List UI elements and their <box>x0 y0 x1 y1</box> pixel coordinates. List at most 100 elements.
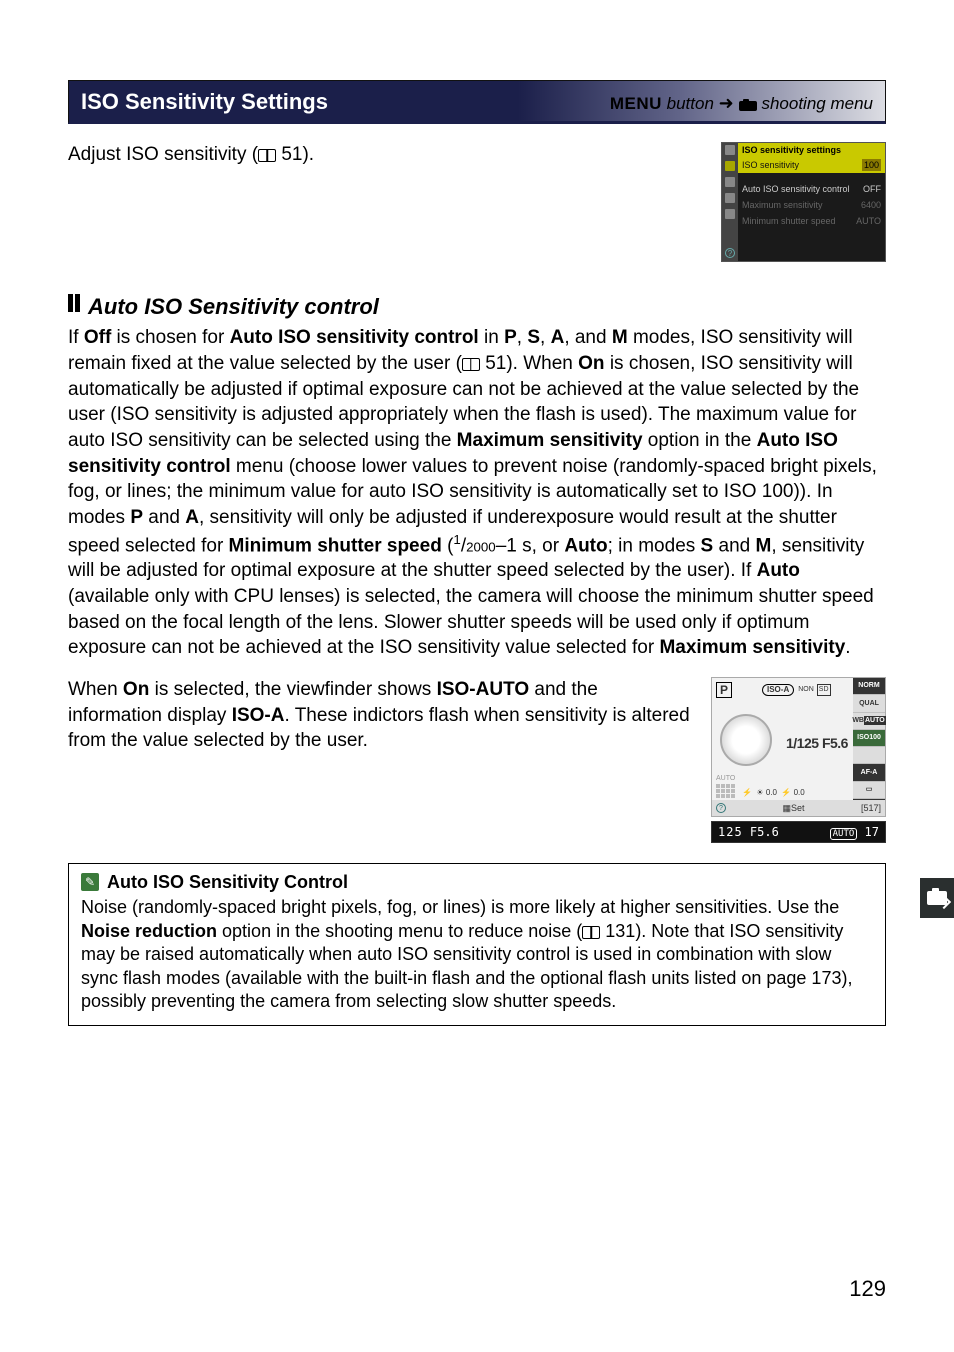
intro-ref: 51). <box>276 144 314 165</box>
menu-row-max: Maximum sensitivity 6400 <box>738 197 885 213</box>
blank-indicator <box>853 747 885 764</box>
menu-row-label: Auto ISO sensitivity control <box>742 183 850 195</box>
menu-screenshot: ISO sensitivity settings ISO sensitivity… <box>721 142 886 262</box>
auto-label: Auto <box>564 535 607 556</box>
set-text: Set <box>791 803 805 813</box>
page-number: 129 <box>849 1274 886 1304</box>
bottom-status-row: ? ▦Set [517] <box>712 800 885 816</box>
noise-reduction-label: Noise reduction <box>81 921 217 941</box>
main-paragraph: If Off is chosen for Auto ISO sensitivit… <box>68 325 886 661</box>
af-points-icon <box>716 784 735 798</box>
menu-row-label: ISO sensitivity <box>742 159 799 171</box>
shutter-aperture: 1/125 F5.6 <box>786 734 848 753</box>
intro-before: Adjust ISO sensitivity ( <box>68 144 258 165</box>
menu-row-min: Minimum shutter speed AUTO <box>738 213 885 229</box>
info-display-main: P ISO-A NON SD 1/125 F5.6 AUTO ⚡ ☀ 0.0 ⚡… <box>711 677 886 817</box>
t: When <box>68 679 123 700</box>
menu-row-label: Minimum shutter speed <box>742 215 836 227</box>
afa-indicator: AF-A <box>853 764 885 781</box>
t: If <box>68 327 84 348</box>
iso-a-indicator: ISO-A <box>232 705 285 726</box>
arrow-icon: ➜ <box>719 93 739 113</box>
frame-count: [517] <box>861 802 881 814</box>
menu-suffix: shooting menu <box>761 94 873 113</box>
fraction-denominator: 2000 <box>466 539 496 554</box>
ev-value: 0.0 <box>766 788 777 797</box>
page-ref-icon <box>462 358 480 371</box>
section-header: ISO Sensitivity Settings MENU button ➜ s… <box>68 80 886 124</box>
iso-label: ISO <box>857 733 869 742</box>
mode-a: A <box>185 507 199 528</box>
mode-indicator: P <box>716 682 732 698</box>
min-shutter-label: Minimum shutter speed <box>229 535 442 556</box>
header-menu-path: MENU button ➜ shooting menu <box>610 91 873 116</box>
page-ref-icon <box>582 926 600 939</box>
subsection-header: Auto ISO Sensitivity control <box>68 292 886 322</box>
menu-row-label: Maximum sensitivity <box>742 199 823 211</box>
on-label: On <box>123 679 149 700</box>
shutter-value: 1/125 <box>786 735 819 751</box>
set-label: ▦Set <box>782 802 804 814</box>
max-sensitivity-label: Maximum sensitivity <box>659 637 845 658</box>
camera-icon <box>927 891 947 905</box>
menu-row-value: 100 <box>862 159 881 171</box>
mode-p: P <box>504 327 517 348</box>
section-tab-icon <box>920 878 954 918</box>
mode-m: M <box>612 327 628 348</box>
t: is selected, the viewfinder shows <box>149 679 436 700</box>
vf-count: 17 <box>865 825 879 839</box>
iso-a-pill: ISO-A <box>762 684 794 697</box>
note-box: ✎ Auto ISO Sensitivity Control Noise (ra… <box>68 863 886 1026</box>
help-icon: ? <box>716 803 726 813</box>
vf-auto-icon: AUTO <box>830 828 858 840</box>
t: ; in modes <box>608 535 701 556</box>
info-display-screenshot: P ISO-A NON SD 1/125 F5.6 AUTO ⚡ ☀ 0.0 ⚡… <box>711 677 886 843</box>
t: –1 s, or <box>496 535 565 556</box>
menu-row-iso: ISO sensitivity 100 <box>738 157 885 173</box>
sd-icon: SD <box>817 684 831 695</box>
right-indicator-column: NORM QUAL WB AUTO ISO 100 AF-A ▭ ☰ <box>853 678 885 816</box>
second-paragraph: When On is selected, the viewfinder show… <box>68 677 695 754</box>
menu-row-value: AUTO <box>856 215 881 227</box>
t: and <box>713 535 755 556</box>
qual-indicator: QUAL <box>853 695 885 712</box>
vf-shutter-val: 125 <box>718 825 743 839</box>
mode-m: M <box>756 535 772 556</box>
mode-dial-graphic <box>720 714 772 766</box>
wb-auto: AUTO <box>864 716 886 725</box>
norm-indicator: NORM <box>853 678 885 695</box>
subsection-bars-icon <box>68 294 82 320</box>
note-title: Auto ISO Sensitivity Control <box>107 870 348 894</box>
page-ref-icon <box>258 149 276 162</box>
t: ( <box>442 535 454 556</box>
auto-control-label: Auto ISO sensitivity control <box>230 327 479 348</box>
menu-label: MENU <box>610 94 662 113</box>
vf-right: AUTO 17 <box>830 824 879 840</box>
pencil-icon: ✎ <box>81 873 99 891</box>
off-label: Off <box>84 327 111 348</box>
t: 51). When <box>480 353 578 374</box>
mode-s: S <box>527 327 540 348</box>
aperture-value: F5.6 <box>822 735 848 751</box>
menu-title: ISO sensitivity settings <box>738 143 885 157</box>
menu-row-value: 6400 <box>861 199 881 211</box>
max-sensitivity-label: Maximum sensitivity <box>457 430 643 451</box>
t: in <box>479 327 504 348</box>
t: , and <box>564 327 612 348</box>
t: option in the <box>643 430 757 451</box>
menu-row-value: OFF <box>863 183 881 195</box>
camera-icon <box>739 99 757 111</box>
iso-value: 100 <box>869 733 881 742</box>
t: . <box>845 637 850 658</box>
t: is chosen for <box>111 327 229 348</box>
fraction-numerator: 1 <box>453 532 460 547</box>
af-area-icon: ▭ <box>853 782 885 799</box>
flash-ev-value: 0.0 <box>794 788 805 797</box>
non-label: NON <box>798 685 814 694</box>
mode-p: P <box>130 507 143 528</box>
vf-shutter: 125 F5.6 <box>718 824 779 840</box>
wb-label: WB <box>852 716 864 725</box>
iso-auto-indicator: ISO-AUTO <box>437 679 530 700</box>
vf-aperture-val: F5.6 <box>750 825 779 839</box>
note-body: Noise (randomly-spaced bright pixels, fo… <box>81 896 873 1013</box>
